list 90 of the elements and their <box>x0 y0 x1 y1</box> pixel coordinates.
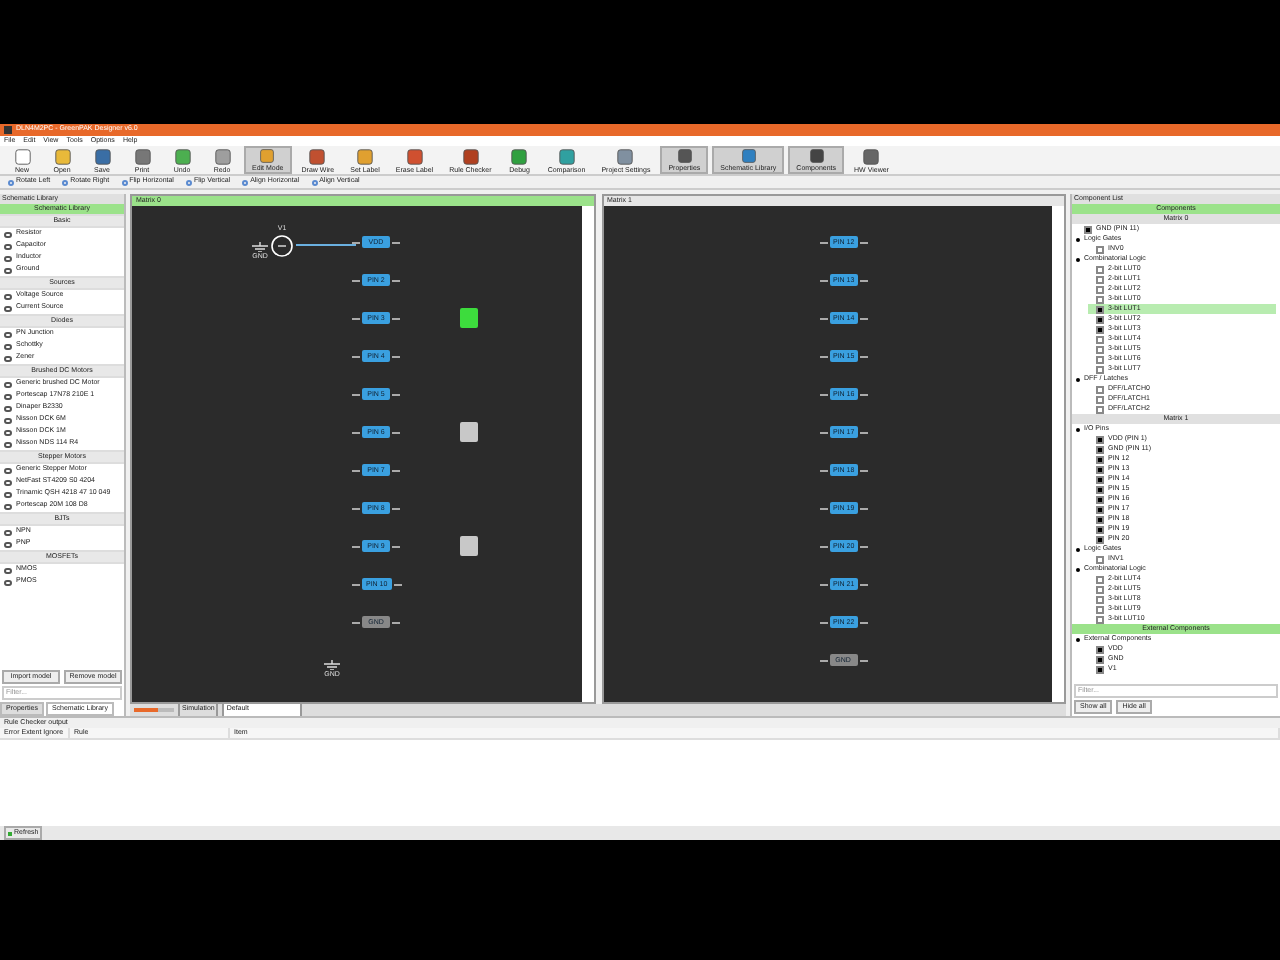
pin-wire <box>352 545 360 547</box>
checkbox[interactable] <box>1096 665 1104 673</box>
pin-wire <box>860 279 869 281</box>
pin-wire <box>860 241 869 243</box>
pin-wire <box>392 621 400 623</box>
pin-wire <box>352 621 360 623</box>
checkbox[interactable] <box>1096 305 1104 313</box>
pin-wire <box>352 355 360 357</box>
toolbar-icon <box>510 147 529 165</box>
checkbox[interactable] <box>1096 315 1104 323</box>
toolbar-icon <box>557 147 576 165</box>
checkbox[interactable] <box>1096 585 1104 593</box>
pin-wire <box>860 431 869 433</box>
app-icon <box>4 126 12 134</box>
toolbar-icon <box>213 147 231 165</box>
checkbox[interactable] <box>1096 365 1104 373</box>
toolbar-icon <box>53 147 71 165</box>
checkbox[interactable] <box>1084 225 1092 233</box>
checkbox[interactable] <box>1096 445 1104 453</box>
checkbox[interactable] <box>1096 455 1104 463</box>
checkbox[interactable] <box>1096 395 1104 403</box>
toolbar-icon <box>133 147 151 165</box>
checkbox[interactable] <box>1096 345 1104 353</box>
pin-wire <box>352 317 360 319</box>
pin-wire <box>392 545 400 547</box>
pin-wire <box>860 545 869 547</box>
wire <box>296 244 356 247</box>
checkbox[interactable] <box>1096 245 1104 253</box>
checkbox[interactable] <box>1096 475 1104 483</box>
checkbox[interactable] <box>1096 525 1104 533</box>
voltage-source-icon[interactable] <box>270 233 294 258</box>
checkbox[interactable] <box>1096 645 1104 653</box>
checkbox[interactable] <box>1096 325 1104 333</box>
toolbar-icon <box>405 147 424 165</box>
pin-wire <box>392 279 400 281</box>
pin-wire <box>352 279 360 281</box>
checkbox[interactable] <box>1096 355 1104 363</box>
toolbar-icon <box>807 148 826 164</box>
pin-wire <box>392 355 400 357</box>
pin-wire <box>860 317 869 319</box>
pin-wire <box>860 583 869 585</box>
pin-wire <box>860 355 869 357</box>
checkbox[interactable] <box>1096 435 1104 443</box>
toolbar-icon <box>308 147 327 165</box>
pin-wire <box>860 469 869 471</box>
checkbox[interactable] <box>1096 485 1104 493</box>
checkbox[interactable] <box>1096 615 1104 623</box>
pin-wire <box>352 469 360 471</box>
ground-icon <box>324 660 340 670</box>
checkbox[interactable] <box>1096 285 1104 293</box>
pin-wire <box>392 393 400 395</box>
toolbar-icon <box>356 147 374 165</box>
toolbar-icon <box>616 147 635 165</box>
checkbox[interactable] <box>1096 555 1104 563</box>
checkbox[interactable] <box>1096 655 1104 663</box>
pin-wire <box>392 317 400 319</box>
checkbox[interactable] <box>1096 295 1104 303</box>
pin-wire <box>352 241 360 243</box>
pin-wire <box>860 393 869 395</box>
toolbar-icon <box>739 148 758 164</box>
checkbox[interactable] <box>1096 515 1104 523</box>
checkbox[interactable] <box>1096 535 1104 543</box>
toolbar-icon <box>675 148 694 164</box>
toolbar-icon <box>258 148 277 164</box>
checkbox[interactable] <box>1096 275 1104 283</box>
pin-wire <box>392 431 400 433</box>
checkbox[interactable] <box>1096 335 1104 343</box>
checkbox[interactable] <box>1096 465 1104 473</box>
pin-wire <box>392 241 400 243</box>
pin-wire <box>352 393 360 395</box>
ground-icon <box>252 242 268 252</box>
pin-wire <box>860 507 869 509</box>
pin-wire <box>392 507 400 509</box>
toolbar-icon <box>862 147 881 165</box>
pin-wire <box>352 507 360 509</box>
toolbar-icon <box>93 147 111 165</box>
checkbox[interactable] <box>1096 265 1104 273</box>
checkbox[interactable] <box>1096 385 1104 393</box>
checkbox[interactable] <box>1096 575 1104 583</box>
checkbox[interactable] <box>1096 405 1104 413</box>
checkbox[interactable] <box>1096 595 1104 603</box>
toolbar-icon <box>173 147 191 165</box>
pin-wire <box>352 583 360 585</box>
checkbox[interactable] <box>1096 505 1104 513</box>
checkbox[interactable] <box>1096 495 1104 503</box>
checkbox[interactable] <box>1096 605 1104 613</box>
pin-wire <box>392 469 400 471</box>
pin-wire <box>352 431 360 433</box>
pin-wire <box>860 621 869 623</box>
toolbar-icon <box>461 147 480 165</box>
